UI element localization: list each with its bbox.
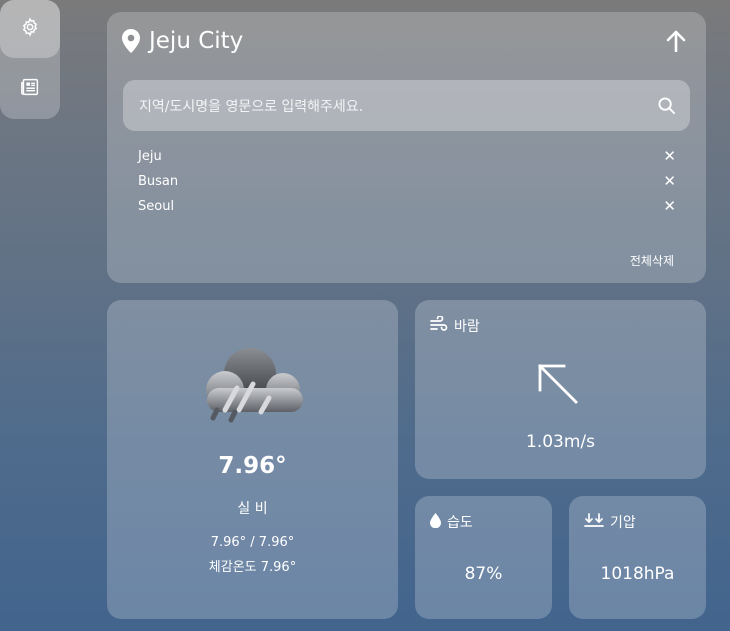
wind-title-label: 바람: [454, 319, 480, 335]
feels-like-temperature: 체감온도 7.96°: [208, 560, 297, 575]
location-pin-icon: [122, 29, 140, 57]
news-button[interactable]: [0, 60, 60, 118]
history-item-label[interactable]: Busan: [138, 174, 178, 189]
current-temperature: 7.96°: [218, 453, 287, 479]
pressure-icon: [584, 513, 604, 531]
pressure-card: 기압 1018hPa: [569, 496, 706, 619]
remove-history-button[interactable]: ✕: [663, 172, 676, 190]
remove-history-button[interactable]: ✕: [663, 147, 676, 165]
sidebar: [0, 0, 60, 119]
clear-all-button[interactable]: 전체삭제: [630, 252, 674, 269]
gear-icon: [20, 17, 40, 41]
wind-title: 바람: [430, 315, 480, 336]
humidity-card: 습도 87%: [415, 496, 552, 619]
pressure-title-label: 기압: [610, 515, 636, 531]
weather-card: 7.96° 실 비 7.96° / 7.96° 체감온도 7.96°: [107, 300, 398, 619]
pressure-value: 1018hPa: [600, 564, 675, 584]
history-item[interactable]: Busan ✕: [138, 172, 678, 197]
history-item[interactable]: Seoul ✕: [138, 197, 678, 222]
settings-button[interactable]: [0, 0, 60, 58]
wind-icon: [430, 315, 448, 336]
search-panel: Jeju City Jeju ✕ Busan ✕ Seoul ✕ 전체삭제: [107, 12, 706, 283]
city-name: Jeju City: [149, 28, 244, 54]
arrow-up-icon[interactable]: [666, 30, 686, 56]
search-box: [123, 80, 690, 133]
search-input[interactable]: [137, 80, 641, 133]
wind-speed: 1.03m/s: [526, 432, 595, 452]
history-item-label[interactable]: Jeju: [138, 149, 162, 164]
history-item-label[interactable]: Seoul: [138, 199, 174, 214]
rain-cloud-icon: [195, 340, 309, 434]
arrow-up-left-icon: [534, 360, 580, 410]
weather-description: 실 비: [237, 501, 268, 517]
remove-history-button[interactable]: ✕: [663, 197, 676, 215]
wind-card: 바람 1.03m/s: [415, 300, 706, 479]
search-history: Jeju ✕ Busan ✕ Seoul ✕: [138, 147, 678, 222]
newspaper-icon: [20, 78, 40, 100]
humidity-title: 습도: [430, 512, 473, 532]
history-item[interactable]: Jeju ✕: [138, 147, 678, 172]
humidity-title-label: 습도: [447, 515, 473, 531]
search-icon[interactable]: [658, 97, 675, 118]
humidity-value: 87%: [464, 564, 503, 584]
min-max-temperature: 7.96° / 7.96°: [210, 535, 295, 550]
water-drop-icon: [430, 512, 441, 532]
pressure-title: 기압: [584, 512, 636, 532]
